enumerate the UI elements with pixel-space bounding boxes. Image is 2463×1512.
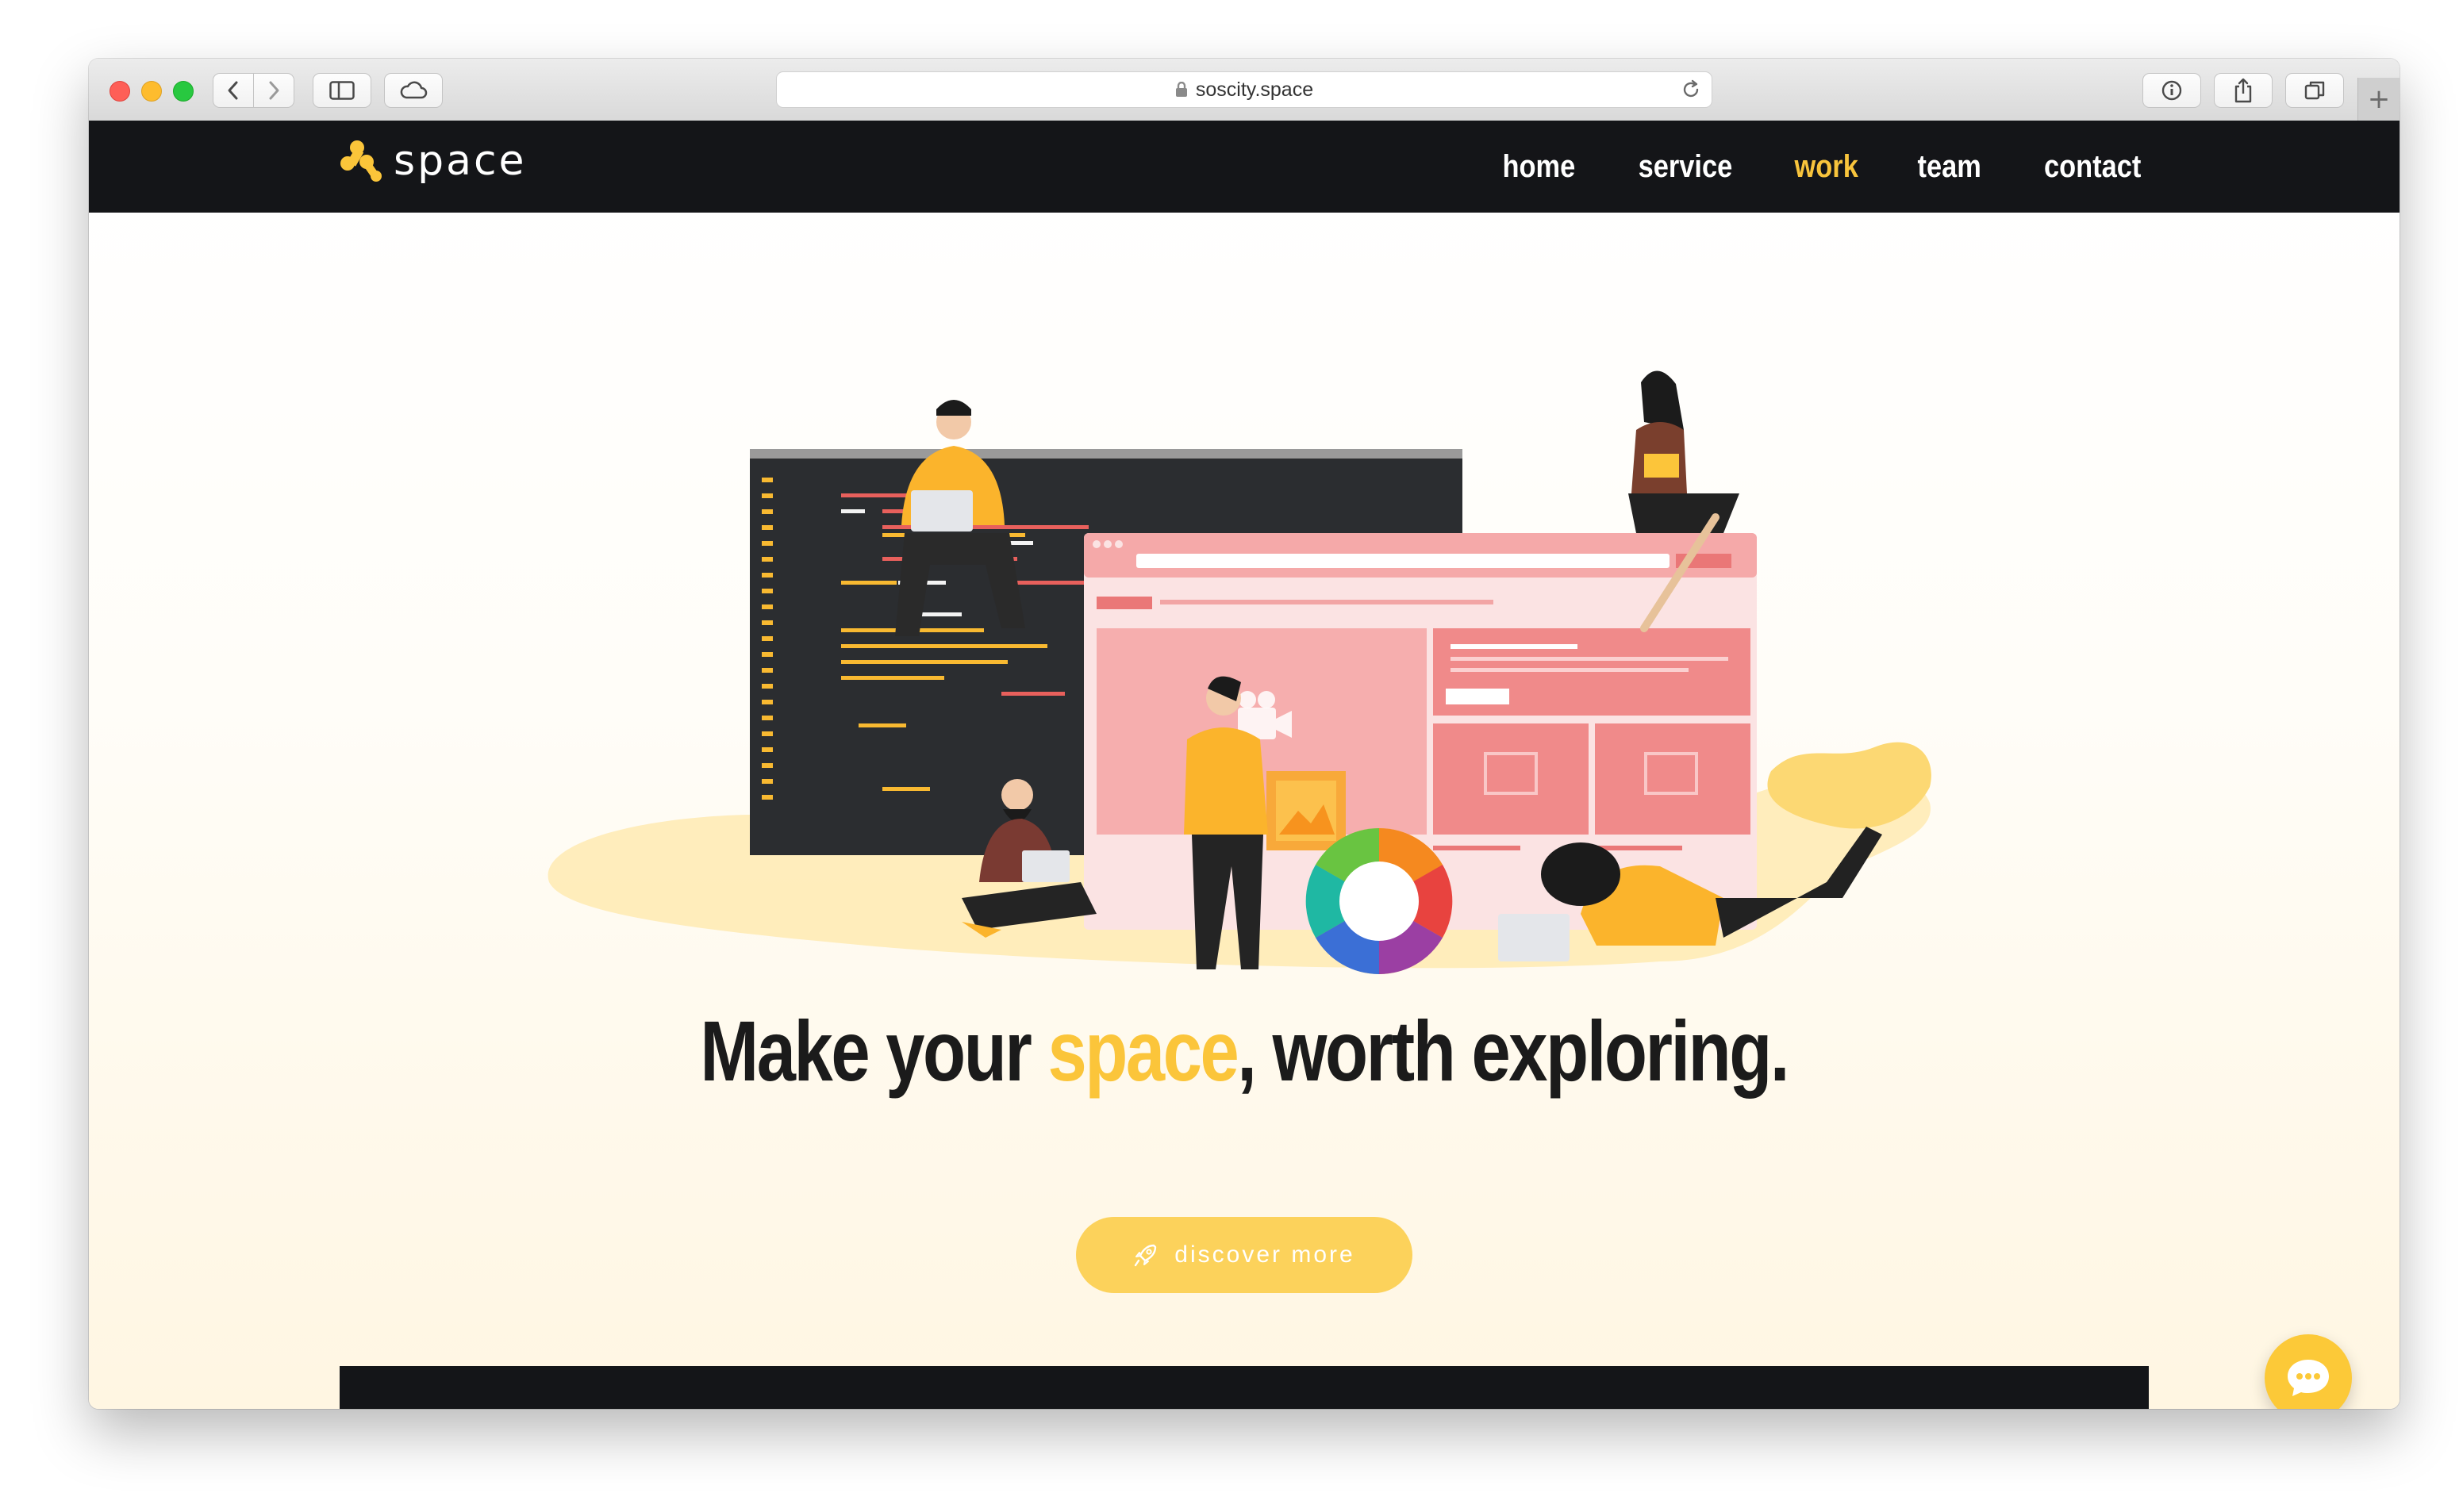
url-text: soscity.space [1195,78,1314,101]
chevron-left-icon [228,81,238,100]
chat-bubble-icon [2288,1360,2329,1396]
tabs-overview-button[interactable] [2285,73,2344,108]
dark-section-band [340,1366,2149,1409]
headline-part-2: , worth exploring. [1237,1003,1790,1099]
info-icon [2161,80,2182,101]
share-icon [2234,78,2252,103]
icloud-tabs-button[interactable] [384,73,443,108]
reload-icon[interactable] [1680,79,1702,101]
discover-more-label: discover more [1174,1241,1355,1268]
lock-icon [1175,82,1187,97]
browser-toolbar: soscity.space + [89,59,2400,121]
tabs-icon [2304,81,2325,100]
hero-headline: Make your space, worth exploring. [89,1001,2400,1100]
minimize-window-button[interactable] [141,81,162,102]
chat-widget-button[interactable] [2265,1334,2352,1409]
cloud-icon [400,81,428,99]
close-window-button[interactable] [110,81,130,102]
chevron-right-icon [269,81,279,100]
sidebar-toggle-button[interactable] [313,73,371,108]
discover-more-button[interactable]: discover more [1076,1217,1412,1293]
forward-button[interactable] [253,73,294,108]
browser-window: soscity.space + space home service work … [89,59,2400,1409]
address-bar[interactable]: soscity.space [776,71,1712,108]
share-button[interactable] [2214,73,2273,108]
website-viewport: space home service work team contact Mak… [89,121,2400,1409]
rocket-icon [1135,1244,1157,1267]
hero-illustration [548,370,1931,975]
headline-part-1: Make your [700,1003,1048,1099]
headline-highlight: space [1047,1003,1239,1099]
reader-info-button[interactable] [2142,73,2201,108]
sidebar-icon [329,81,355,100]
back-button[interactable] [213,73,254,108]
new-tab-button[interactable]: + [2357,78,2400,121]
zoom-window-button[interactable] [173,81,194,102]
